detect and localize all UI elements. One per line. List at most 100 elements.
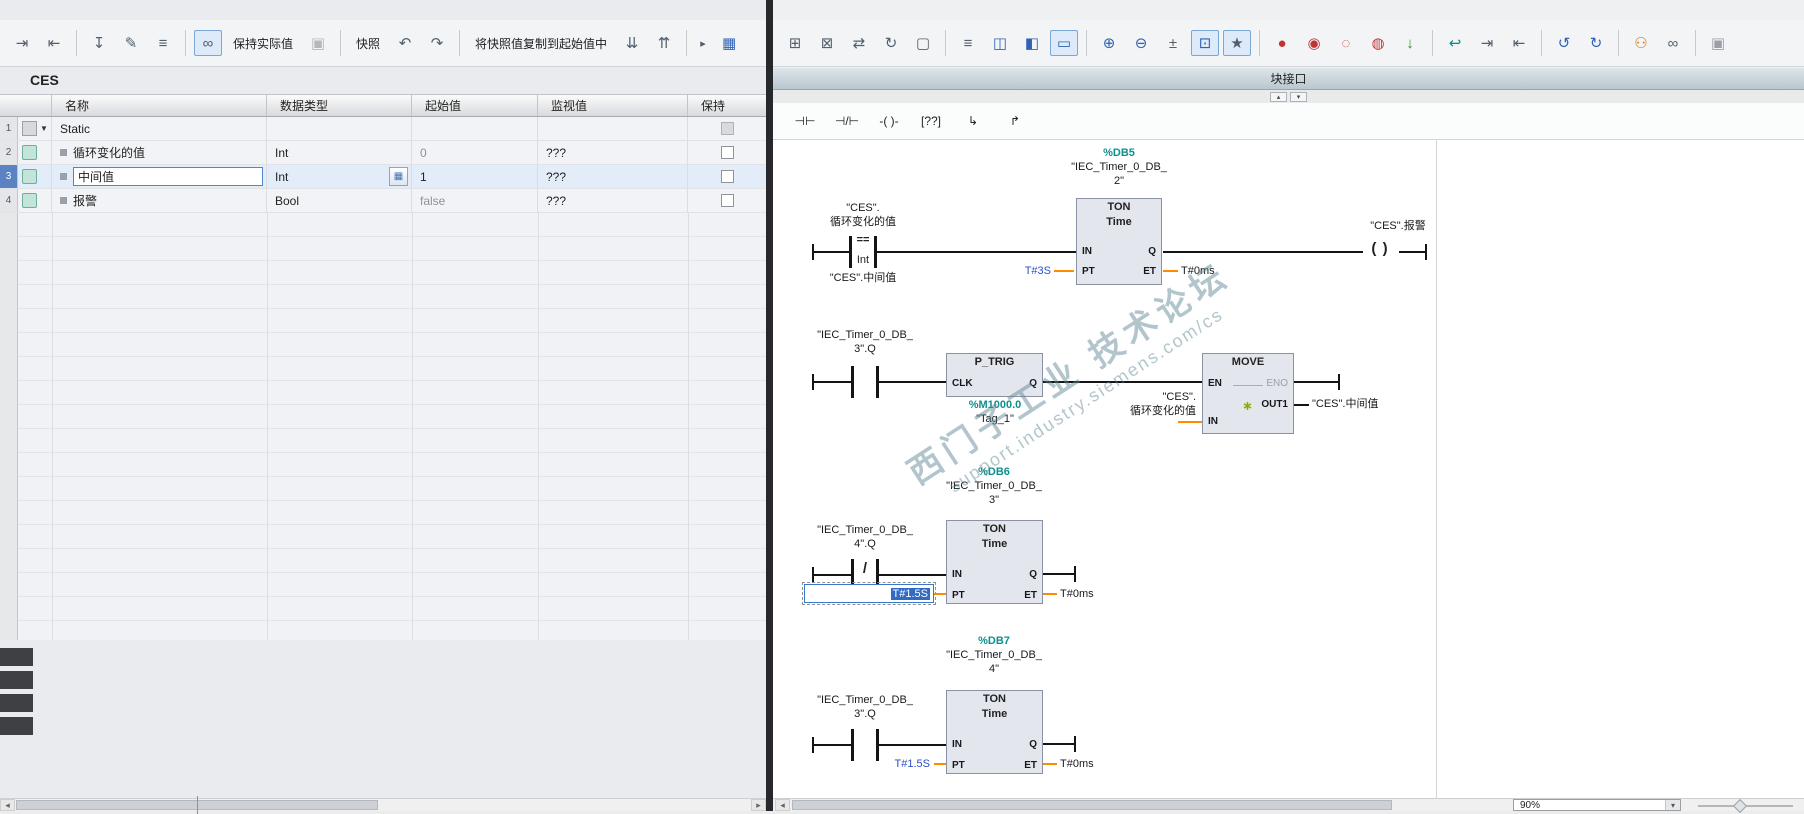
expander-icon[interactable]: ▼ [40, 124, 48, 133]
compare-operand-2[interactable]: "CES".中间值 [789, 271, 937, 285]
insert-box-icon[interactable]: ▢ [909, 30, 937, 56]
name-edit-field[interactable]: 中间值 [73, 167, 263, 186]
snapshot-button[interactable]: 快照 [349, 31, 387, 56]
move-out-operand[interactable]: "CES".中间值 [1312, 397, 1378, 411]
contact-operand[interactable]: "IEC_Timer_0_DB_ 3".Q [794, 328, 936, 356]
compare-datatype[interactable]: Int [845, 254, 881, 266]
keep-actual-values-button[interactable]: 保持实际值 [226, 31, 300, 56]
scrollbar-thumb[interactable] [16, 796, 378, 814]
nc-contact-icon[interactable]: ⊣/⊢ [829, 108, 865, 134]
copy-snapshot-to-start-button[interactable]: 将快照值复制到起始值中 [468, 31, 614, 56]
update-block-call-icon[interactable]: ↻ [877, 30, 905, 56]
p-trig-box[interactable]: P_TRIG CLK Q [946, 353, 1043, 397]
move-box[interactable]: MOVE EN ENO ∗ OUT1 IN [1202, 353, 1294, 434]
scroll-right-arrow[interactable]: ▸ [751, 799, 766, 811]
collapse-up-button[interactable]: ▴ [1270, 91, 1287, 102]
breakpoint-next-icon[interactable]: ◉ [1300, 30, 1328, 56]
load-start-values-icon[interactable]: ↧ [85, 30, 113, 56]
zoom-select[interactable]: 90% ▾ [1513, 799, 1681, 811]
expand-networks-icon[interactable]: ⊕ [1095, 30, 1123, 56]
et-value[interactable]: T#0ms [1181, 264, 1215, 278]
copy-snapshot-1-icon[interactable]: ↶ [391, 30, 419, 56]
compare-operand-1[interactable]: "CES". 循环变化的值 [789, 201, 937, 229]
type-cell[interactable]: Int [267, 141, 412, 164]
timer-db-header[interactable]: %DB7 "IEC_Timer_0_DB_ 4" [919, 634, 1069, 676]
name-cell[interactable]: Static [52, 117, 267, 140]
download-icon[interactable]: ↓ [1396, 30, 1424, 56]
contact-operand[interactable]: "IEC_Timer_0_DB_ 3".Q [794, 693, 936, 721]
output-coil[interactable]: ( ) [1361, 240, 1399, 257]
table-row-static[interactable]: 1 ▼ Static [0, 117, 766, 141]
monitor-all-icon[interactable]: ∞ [194, 30, 222, 56]
status-display-icon[interactable]: ⊡ [1191, 30, 1219, 56]
compare-operator[interactable]: == [845, 234, 881, 246]
move-in-operand[interactable]: "CES". 循环变化的值 [1054, 390, 1196, 418]
block-interface-bar[interactable]: 块接口 [773, 68, 1804, 90]
ladder-canvas[interactable]: %DB5 "IEC_Timer_0_DB_ 2" "CES". 循环变化的值 =… [773, 140, 1804, 798]
empty-box-icon[interactable]: [??] [913, 108, 949, 134]
zoom-caret-icon[interactable]: ▾ [1665, 800, 1680, 810]
coil-icon[interactable]: -( )- [871, 108, 907, 134]
contact-operand[interactable]: "IEC_Timer_0_DB_ 4".Q [794, 523, 936, 551]
insert-network-icon[interactable]: ⊞ [781, 30, 809, 56]
header-datatype[interactable]: 数据类型 [267, 95, 412, 116]
start-value-cell[interactable] [412, 117, 538, 140]
ton-timer-box[interactable]: TON Time IN Q PT ET [946, 520, 1043, 604]
timer-db-header[interactable]: %DB6 "IEC_Timer_0_DB_ 3" [919, 465, 1069, 507]
go-online-icon[interactable]: ↺ [1550, 30, 1578, 56]
right-horizontal-scrollbar[interactable]: ◂ 90% ▾ [773, 798, 1804, 814]
collapse-networks-icon[interactable]: ⊖ [1127, 30, 1155, 56]
scroll-left-arrow[interactable]: ◂ [775, 799, 790, 811]
et-value[interactable]: T#0ms [1060, 587, 1094, 601]
favorites-toggle-icon[interactable]: ★ [1223, 30, 1251, 56]
table-row[interactable]: 2 循环变化的值 Int 0 ??? [0, 141, 766, 165]
split-horizontal-icon[interactable]: ◫ [986, 30, 1014, 56]
edit-start-values-icon[interactable]: ✎ [117, 30, 145, 56]
watch-table-icon[interactable]: ▦ [715, 30, 743, 56]
name-cell[interactable]: 中间值 [52, 165, 267, 188]
ton-timer-box[interactable]: TON Time IN Q PT ET [946, 690, 1043, 774]
rewire-icon[interactable]: ⇄ [845, 30, 873, 56]
left-horizontal-scrollbar[interactable]: ◂ ▸ [0, 796, 766, 814]
retain-checkbox[interactable] [720, 194, 734, 207]
timer-db-header[interactable]: %DB5 "IEC_Timer_0_DB_ 2" [1039, 146, 1199, 188]
type-cell[interactable] [267, 117, 412, 140]
et-value[interactable]: T#0ms [1060, 757, 1094, 771]
ton-timer-box[interactable]: TON Time IN Q PT ET [1076, 198, 1162, 285]
freeze-icon[interactable]: ▣ [304, 30, 332, 56]
table-row[interactable]: 4 报警 Bool false ??? [0, 189, 766, 213]
retain-checkbox[interactable] [720, 170, 734, 183]
indent-icon[interactable]: ⇥ [1473, 30, 1501, 56]
type-cell[interactable]: Int ▦ [267, 165, 412, 188]
type-selector-button[interactable]: ▦ [389, 167, 408, 186]
retain-cell[interactable] [688, 189, 766, 212]
no-contact[interactable] [851, 366, 854, 398]
header-retain[interactable]: 保持 [688, 95, 766, 116]
retain-cell[interactable] [688, 165, 766, 188]
delete-network-icon[interactable]: ⊠ [813, 30, 841, 56]
retain-checkbox[interactable] [720, 146, 734, 159]
add-row-icon[interactable]: ⇤ [40, 30, 68, 56]
collapse-down-button[interactable]: ▾ [1290, 91, 1307, 102]
copy-snapshot-2-icon[interactable]: ↷ [423, 30, 451, 56]
header-startvalue[interactable]: 起始值 [412, 95, 538, 116]
coil-operand[interactable]: "CES".报警 [1313, 219, 1483, 233]
header-name[interactable]: 名称 [52, 95, 267, 116]
go-offline-icon[interactable]: ↻ [1582, 30, 1610, 56]
scrollbar-thumb[interactable] [792, 800, 1392, 810]
start-value-cell[interactable]: false [412, 189, 538, 212]
scroll-left-arrow[interactable]: ◂ [0, 799, 15, 811]
pt-value[interactable]: T#1.5S [832, 757, 930, 771]
open-branch-icon[interactable]: ↳ [955, 108, 991, 134]
breakpoint-enable-icon[interactable]: ◍ [1364, 30, 1392, 56]
more-icon[interactable]: ▸ [695, 30, 711, 56]
table-row-selected[interactable]: 3 中间值 Int ▦ 1 ??? [0, 165, 766, 189]
retain-cell[interactable] [688, 141, 766, 164]
insert-row-icon[interactable]: ⇥ [8, 30, 36, 56]
user-filter-icon[interactable]: ⚇ [1627, 30, 1655, 56]
trig-memory-operand[interactable]: %M1000.0 "Tag_1" [924, 398, 1066, 426]
outdent-icon[interactable]: ⇤ [1505, 30, 1533, 56]
pt-value-edit-field[interactable]: T#1.5S [802, 582, 936, 605]
network-comments-icon[interactable]: ▭ [1050, 30, 1078, 56]
name-cell[interactable]: 循环变化的值 [52, 141, 267, 164]
